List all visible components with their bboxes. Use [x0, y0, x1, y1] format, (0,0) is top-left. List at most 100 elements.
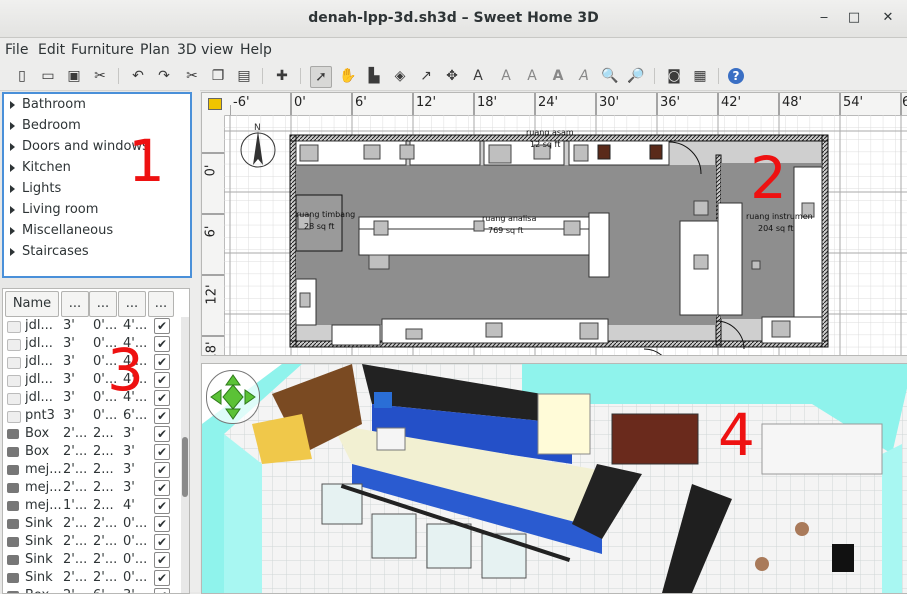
create-walls-icon[interactable]: ▙ — [364, 66, 384, 86]
column-header-name[interactable]: Name — [5, 291, 59, 317]
pan-icon[interactable]: ✋ — [338, 66, 358, 86]
column-header[interactable]: ... — [148, 291, 174, 317]
menu-help[interactable]: Help — [240, 42, 272, 58]
catalog-category[interactable]: Bathroom — [10, 97, 86, 112]
create-polylines-icon[interactable]: ↗ — [416, 66, 436, 86]
menu-plan[interactable]: Plan — [140, 42, 170, 58]
table-row[interactable]: Sink 2'... 2'... 0'... ✔ — [3, 551, 181, 569]
visible-checkbox[interactable]: ✔ — [154, 552, 170, 568]
lock-icon[interactable] — [208, 98, 222, 110]
table-row[interactable]: Sink 2'... 2'... 0'... ✔ — [3, 515, 181, 533]
vertical-scrollbar[interactable] — [181, 317, 189, 593]
zoom-in-icon[interactable]: 🔍 — [600, 66, 620, 86]
visible-checkbox[interactable]: ✔ — [154, 390, 170, 406]
preferences-icon[interactable]: ✂ — [90, 66, 110, 86]
italic-text-icon[interactable]: A — [574, 66, 594, 86]
redo-icon[interactable]: ↷ — [154, 66, 174, 86]
visible-checkbox[interactable]: ✔ — [154, 318, 170, 334]
navigation-control[interactable] — [206, 370, 260, 424]
expand-arrow-icon[interactable] — [10, 226, 15, 235]
table-row[interactable]: pnt3 3' 0'... 6'... ✔ — [3, 407, 181, 425]
table-row[interactable]: jdl... 3' 0'... 4'... ✔ — [3, 353, 181, 371]
visible-checkbox[interactable]: ✔ — [154, 408, 170, 424]
maximize-button[interactable]: □ — [846, 10, 862, 26]
visible-checkbox[interactable]: ✔ — [154, 588, 170, 593]
menu-3d-view[interactable]: 3D view — [177, 42, 233, 58]
column-header[interactable]: ... — [89, 291, 117, 317]
table-row[interactable]: mej... 1'... 2... 4' ✔ — [3, 497, 181, 515]
expand-arrow-icon[interactable] — [10, 205, 15, 214]
visible-checkbox[interactable]: ✔ — [154, 534, 170, 550]
increase-text-icon[interactable]: A — [496, 66, 516, 86]
table-row[interactable]: mej... 2'... 2... 3' ✔ — [3, 461, 181, 479]
menu-furniture[interactable]: Furniture — [71, 42, 134, 58]
room-area-asam: 12 sq ft — [530, 140, 560, 149]
table-row[interactable]: jdl... 3' 0'... 4'... ✔ — [3, 389, 181, 407]
catalog-category[interactable]: Bedroom — [10, 118, 81, 133]
catalog-category[interactable]: Staircases — [10, 244, 89, 259]
add-furniture-icon[interactable]: ✚ — [272, 66, 292, 86]
ruler-label: -6' — [233, 95, 250, 110]
visible-checkbox[interactable]: ✔ — [154, 336, 170, 352]
scrollbar-thumb[interactable] — [182, 437, 188, 497]
expand-arrow-icon[interactable] — [10, 163, 15, 172]
visible-checkbox[interactable]: ✔ — [154, 498, 170, 514]
column-header[interactable]: ... — [61, 291, 89, 317]
open-icon[interactable]: ▭ — [38, 66, 58, 86]
table-row[interactable]: Box 2'... 2... 3' ✔ — [3, 425, 181, 443]
create-dimensions-icon[interactable]: ✥ — [442, 66, 462, 86]
help-icon[interactable]: ? — [728, 68, 744, 84]
table-row[interactable]: Box 2'... 2... 3' ✔ — [3, 443, 181, 461]
bold-text-icon[interactable]: A — [548, 66, 568, 86]
copy-icon[interactable]: ❐ — [208, 66, 228, 86]
visible-checkbox[interactable]: ✔ — [154, 516, 170, 532]
minimize-button[interactable]: ‒ — [816, 10, 832, 26]
menu-file[interactable]: File — [5, 42, 28, 58]
table-row[interactable]: jdl... 3' 0'... 4'... ✔ — [3, 371, 181, 389]
visible-checkbox[interactable]: ✔ — [154, 372, 170, 388]
table-row[interactable]: Box2'... 6'... 3'✔ — [3, 587, 181, 593]
catalog-category[interactable]: Kitchen — [10, 160, 71, 175]
visible-checkbox[interactable]: ✔ — [154, 570, 170, 586]
visible-checkbox[interactable]: ✔ — [154, 480, 170, 496]
create-rooms-icon[interactable]: ◈ — [390, 66, 410, 86]
visible-checkbox[interactable]: ✔ — [154, 462, 170, 478]
table-row[interactable]: mej... 2'... 2... 3' ✔ — [3, 479, 181, 497]
expand-arrow-icon[interactable] — [10, 100, 15, 109]
close-button[interactable]: ✕ — [880, 10, 896, 26]
new-icon[interactable]: ▯ — [12, 66, 32, 86]
table-row[interactable]: Sink 2'... 2'... 0'... ✔ — [3, 533, 181, 551]
create-video-icon[interactable]: ▦ — [690, 66, 710, 86]
save-icon[interactable]: ▣ — [64, 66, 84, 86]
column-header[interactable]: ... — [118, 291, 146, 317]
plan-view[interactable]: -6' 0' 6' 12' 18' 24' 30' 36' 42' 48' 54… — [201, 92, 907, 356]
furniture-icon — [7, 501, 19, 511]
catalog-category[interactable]: Living room — [10, 202, 98, 217]
3d-view[interactable]: 4 — [201, 363, 907, 594]
menu-edit[interactable]: Edit — [38, 42, 65, 58]
table-row[interactable]: Sink 2'... 2'... 0'... ✔ — [3, 569, 181, 587]
visible-checkbox[interactable]: ✔ — [154, 354, 170, 370]
visible-checkbox[interactable]: ✔ — [154, 444, 170, 460]
decrease-text-icon[interactable]: A — [522, 66, 542, 86]
navigation-arrows-icon[interactable] — [207, 371, 259, 423]
create-photo-icon[interactable]: ◙ — [664, 66, 684, 86]
expand-arrow-icon[interactable] — [10, 247, 15, 256]
undo-icon[interactable]: ↶ — [128, 66, 148, 86]
paste-icon[interactable]: ▤ — [234, 66, 254, 86]
table-row[interactable]: jdl... 3' 0'... 4'... ✔ — [3, 335, 181, 353]
furniture-icon — [7, 465, 19, 475]
visible-checkbox[interactable]: ✔ — [154, 426, 170, 442]
catalog-category[interactable]: Lights — [10, 181, 61, 196]
3d-scene[interactable] — [202, 364, 907, 593]
floor-plan[interactable]: N ruang timbang 28 sq ft ruang analisa 7… — [224, 115, 907, 355]
expand-arrow-icon[interactable] — [10, 121, 15, 130]
select-icon[interactable]: ➚ — [310, 66, 332, 88]
zoom-out-icon[interactable]: 🔎 — [626, 66, 646, 86]
cut-icon[interactable]: ✂ — [182, 66, 202, 86]
table-row[interactable]: jdl... 3' 0'... 4'... ✔ — [3, 317, 181, 335]
expand-arrow-icon[interactable] — [10, 184, 15, 193]
expand-arrow-icon[interactable] — [10, 142, 15, 151]
add-text-icon[interactable]: A — [468, 66, 488, 86]
catalog-category[interactable]: Miscellaneous — [10, 223, 113, 238]
